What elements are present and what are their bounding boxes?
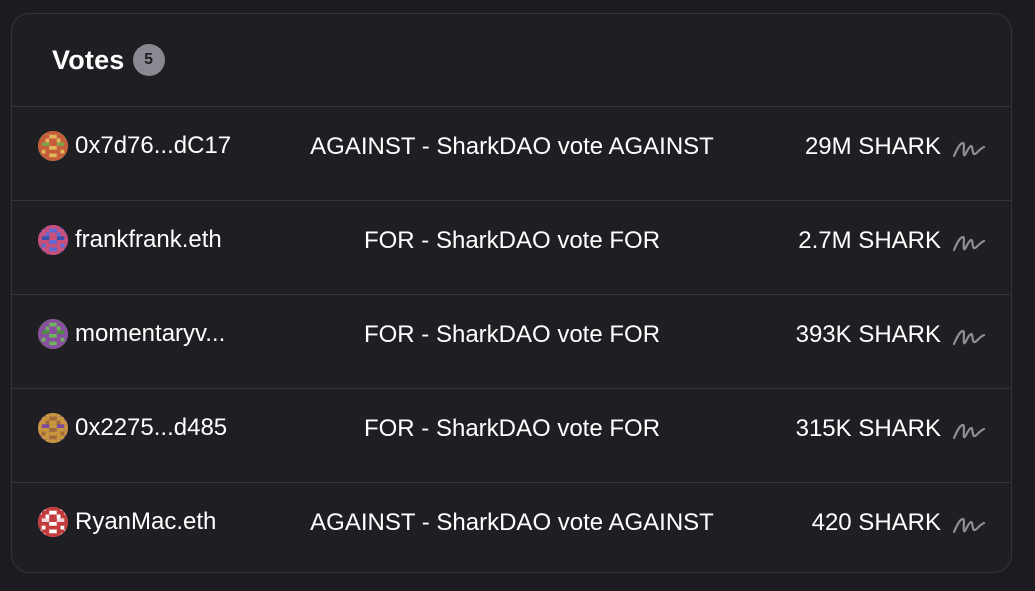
vote-reason: FOR - SharkDAO vote FOR <box>363 415 661 442</box>
votes-header: Votes 5 <box>12 14 1011 107</box>
voter-avatar <box>38 319 68 349</box>
voter-link[interactable]: 0x7d76...dC17 <box>38 131 231 161</box>
voter-link[interactable]: 0x2275...d485 <box>38 413 227 443</box>
voter-link[interactable]: momentaryv... <box>38 319 225 349</box>
vote-reason: FOR - SharkDAO vote FOR <box>363 321 661 348</box>
voter-name: frankfrank.eth <box>75 226 222 253</box>
signature-icon <box>951 325 987 349</box>
voter-link[interactable]: RyanMac.eth <box>38 507 216 537</box>
vote-row: 0x2275...d485 FOR - SharkDAO vote FOR 31… <box>12 389 1011 483</box>
voter-avatar <box>38 225 68 255</box>
vote-amount: 2.7M SHARK <box>798 227 941 254</box>
vote-row: momentaryv... FOR - SharkDAO vote FOR 39… <box>12 295 1011 389</box>
voter-name: 0x7d76...dC17 <box>75 132 232 159</box>
vote-row: RyanMac.eth AGAINST - SharkDAO vote AGAI… <box>12 483 1011 572</box>
voter-name: momentaryv... <box>75 320 226 347</box>
voter-name: RyanMac.eth <box>75 508 217 535</box>
vote-amount: 29M SHARK <box>804 133 941 160</box>
vote-amount: 315K SHARK <box>795 415 941 442</box>
voter-name: 0x2275...d485 <box>75 414 228 441</box>
votes-title: Votes <box>52 44 125 75</box>
vote-reason: FOR - SharkDAO vote FOR <box>363 227 661 254</box>
voter-avatar <box>38 413 68 443</box>
votes-list: 0x7d76...dC17 AGAINST - SharkDAO vote AG… <box>12 107 1011 572</box>
signature-icon <box>951 231 987 255</box>
vote-reason: AGAINST - SharkDAO vote AGAINST <box>310 133 714 160</box>
signature-icon <box>951 137 987 161</box>
signature-icon <box>951 513 987 537</box>
vote-amount: 393K SHARK <box>795 321 941 348</box>
vote-row: frankfrank.eth FOR - SharkDAO vote FOR 2… <box>12 201 1011 295</box>
signature-icon <box>951 419 987 443</box>
votes-card: Votes 5 0x7d76...dC17 AGAINST - SharkDAO… <box>11 13 1012 573</box>
voter-avatar <box>38 507 68 537</box>
vote-row: 0x7d76...dC17 AGAINST - SharkDAO vote AG… <box>12 107 1011 201</box>
voter-avatar <box>38 131 68 161</box>
votes-count-badge: 5 <box>132 44 165 76</box>
vote-amount: 420 SHARK <box>811 509 941 536</box>
voter-link[interactable]: frankfrank.eth <box>38 225 222 255</box>
vote-reason: AGAINST - SharkDAO vote AGAINST <box>310 509 714 536</box>
